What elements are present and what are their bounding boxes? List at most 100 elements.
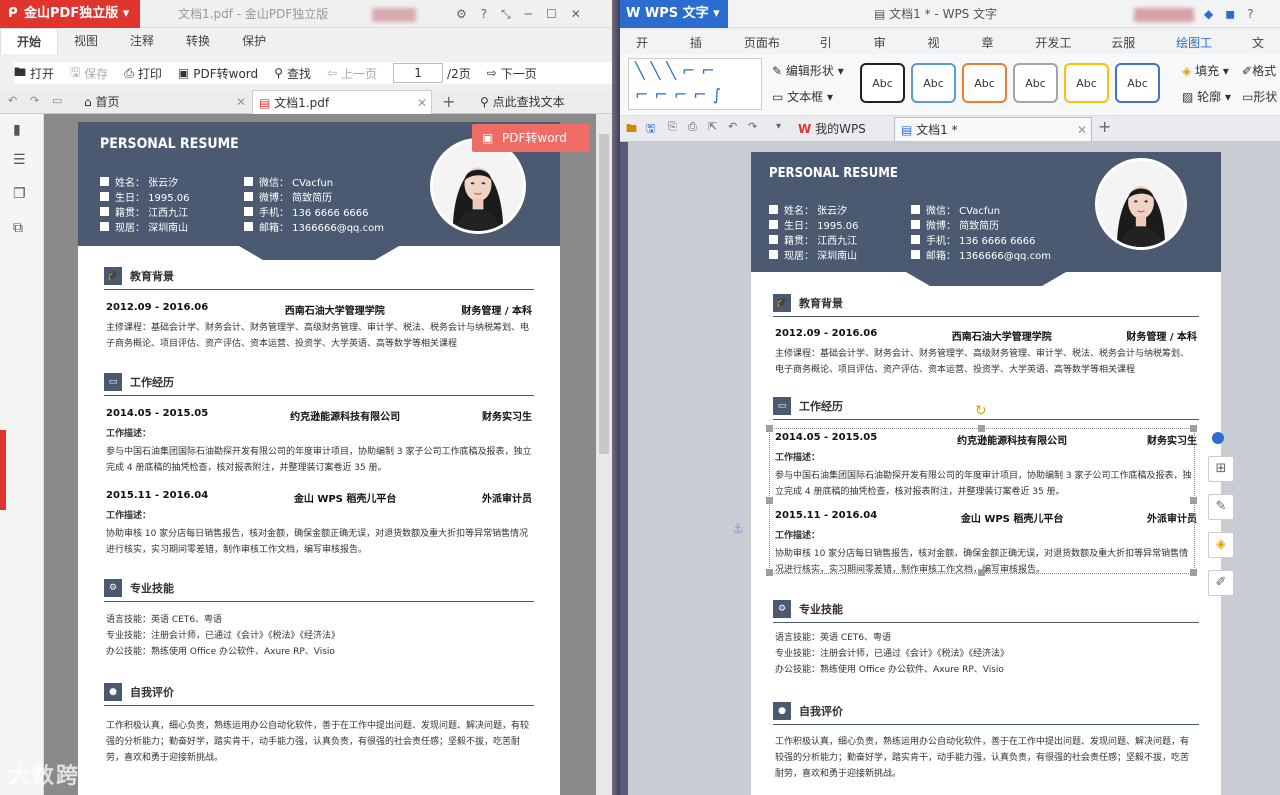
open-button[interactable]: 🖿 打开	[14, 63, 54, 84]
resize-handle[interactable]	[1190, 425, 1197, 432]
tab-pdf-doc[interactable]: ▤ 文档1.pdf ✕	[252, 90, 432, 114]
close-tab-icon[interactable]: ✕	[1077, 118, 1087, 142]
collapse-panel-icon[interactable]	[1212, 432, 1224, 444]
attachment-icon[interactable]: ⧉	[13, 220, 23, 236]
close-tab-icon[interactable]: ✕	[236, 90, 246, 114]
tab-start[interactable]: 开始	[0, 28, 59, 54]
redo-icon[interactable]: ↷	[30, 94, 39, 107]
new-tab-icon[interactable]: +	[1098, 117, 1111, 136]
outline-list-icon[interactable]: ☰	[13, 152, 26, 168]
save-button[interactable]: 🖫 保存	[70, 63, 108, 84]
resize-handle[interactable]	[978, 425, 985, 432]
shape-button[interactable]: ▭形状	[1242, 88, 1277, 105]
export-icon[interactable]: ⇱	[708, 120, 717, 133]
next-page-button[interactable]: ⇨ 下一页	[487, 65, 537, 82]
text-box-button[interactable]: ▭ 文本框 ▾	[772, 88, 833, 105]
print-preview-icon[interactable]: ⎘	[668, 120, 677, 134]
shape-style-1[interactable]: Abc	[860, 63, 905, 103]
new-tab-icon[interactable]: +	[442, 92, 455, 111]
gear-icon: ⚙	[104, 579, 122, 597]
tab-view[interactable]: 视图	[912, 30, 966, 76]
tab-home[interactable]: ⌂ 首页 ✕	[78, 90, 250, 114]
bookmark-icon[interactable]: ▮	[13, 122, 21, 138]
redo-icon[interactable]: ↷	[748, 120, 757, 133]
resize-handle[interactable]	[766, 569, 773, 576]
brush-icon: ✐	[1242, 64, 1253, 78]
shape-selection-box[interactable]: ↻	[766, 403, 1197, 576]
wps-app-menu-button[interactable]: W WPS 文字 ▾	[620, 0, 728, 28]
shape-style-2[interactable]: Abc	[911, 63, 956, 103]
undo-icon[interactable]: ↶	[728, 120, 737, 133]
tab-chapter[interactable]: 章节	[965, 30, 1019, 76]
resume-title: PERSONAL RESUME	[769, 166, 898, 181]
maximize-icon[interactable]: ☐	[546, 7, 557, 21]
tab-drawing-tools[interactable]: 绘图工具	[1160, 30, 1236, 76]
resize-handle[interactable]	[1190, 497, 1197, 504]
wps-window: W WPS 文字 ▾ ▤ 文档1 * - WPS 文字 ◆ ◼ ? 开始 插入 …	[620, 0, 1280, 795]
tab-references[interactable]: 引用	[804, 30, 858, 76]
tab-cloud[interactable]: 云服务	[1095, 30, 1160, 76]
tab-insert[interactable]: 插入	[674, 30, 728, 76]
tab-wps-doc[interactable]: ▤ 文档1 * ✕	[894, 117, 1092, 141]
save-icon[interactable]: 🖫	[646, 120, 655, 139]
minimize-icon[interactable]: ─	[525, 7, 532, 21]
fill-button[interactable]: ◈ 填充 ▾	[1182, 62, 1229, 79]
fill-bucket-icon[interactable]: ◈	[1208, 532, 1234, 558]
outline-button[interactable]: ▨ 轮廓 ▾	[1182, 88, 1231, 105]
pdf-to-word-button[interactable]: ▣ PDF转word	[178, 65, 258, 82]
share-icon[interactable]: ◼	[1225, 7, 1235, 21]
undo-icon[interactable]: ↶	[8, 94, 17, 107]
tab-start[interactable]: 开始	[620, 30, 674, 76]
layout-options-icon[interactable]: ⊞	[1208, 456, 1234, 482]
edit-shape-button[interactable]: ✎ 编辑形状 ▾	[772, 62, 844, 79]
close-icon[interactable]: ✕	[571, 7, 581, 21]
open-folder-icon[interactable]: 🖿	[626, 120, 637, 139]
format-button[interactable]: ✐格式	[1242, 62, 1276, 79]
resize-handle[interactable]	[766, 497, 773, 504]
shape-style-6[interactable]: Abc	[1115, 63, 1160, 103]
prev-page-button[interactable]: ⇦ 上一页	[327, 65, 377, 82]
shape-style-4[interactable]: Abc	[1013, 63, 1058, 103]
prev-page-label: 上一页	[341, 66, 378, 81]
tab-annotate[interactable]: 注释	[114, 28, 170, 54]
print-button[interactable]: ⎙ 打印	[124, 65, 162, 82]
tab-my-wps[interactable]: W 我的WPS	[792, 117, 892, 141]
tab-protect[interactable]: 保护	[226, 28, 282, 54]
scrollbar-thumb[interactable]	[599, 134, 609, 454]
page-number-input[interactable]: 1	[393, 63, 444, 83]
edit-icon[interactable]: ✎	[1208, 494, 1234, 520]
close-tab-icon[interactable]: ✕	[417, 91, 427, 115]
quick-save-icon[interactable]: ▭	[52, 94, 62, 107]
tab-text[interactable]: 文	[1236, 30, 1280, 56]
tab-convert[interactable]: 转换	[170, 28, 226, 54]
section-title: 专业技能	[130, 582, 174, 595]
pdf-app-menu-button[interactable]: ᑭ 金山PDF独立版 ▾	[0, 0, 140, 28]
shape-style-5[interactable]: Abc	[1064, 63, 1109, 103]
settings-icon[interactable]: ⚙	[456, 7, 467, 21]
tab-page-layout[interactable]: 页面布局	[728, 30, 804, 76]
help-icon[interactable]: ?	[481, 7, 487, 21]
sidebar-collapse-handle[interactable]	[0, 430, 6, 510]
shape-style-3[interactable]: Abc	[962, 63, 1007, 103]
fullscreen-icon[interactable]: ⤡	[501, 7, 511, 22]
tab-view[interactable]: 视图	[58, 28, 114, 54]
tab-review[interactable]: 审阅	[858, 30, 912, 76]
blurred-user-avatar	[1134, 8, 1194, 22]
connector-gallery[interactable]: ╲╲╲⌐⌐ ⌐⌐⌐⌐∫	[628, 58, 762, 110]
resize-handle[interactable]	[978, 569, 985, 576]
search-text-field[interactable]: ⚲ 点此查找文本	[474, 90, 594, 114]
find-button[interactable]: ⚲ 查找	[274, 65, 311, 82]
thumbnail-icon[interactable]: ❐	[13, 186, 26, 202]
vertical-scrollbar[interactable]	[596, 114, 612, 795]
help-icon[interactable]: ?	[1247, 7, 1253, 21]
resize-handle[interactable]	[1190, 569, 1197, 576]
pdf-to-word-float-button[interactable]: ▣ PDF转word	[472, 124, 590, 152]
section-work: ▭ 工作经历	[104, 373, 174, 391]
rotate-handle-icon[interactable]: ↻	[975, 403, 987, 419]
resize-handle[interactable]	[766, 425, 773, 432]
chevron-down-icon[interactable]: ▾	[776, 121, 781, 132]
pen-color-icon[interactable]: ✐	[1208, 570, 1234, 596]
printer-icon[interactable]: ⎙	[688, 120, 697, 134]
skin-icon[interactable]: ◆	[1204, 7, 1213, 21]
tab-developer[interactable]: 开发工具	[1019, 30, 1095, 76]
